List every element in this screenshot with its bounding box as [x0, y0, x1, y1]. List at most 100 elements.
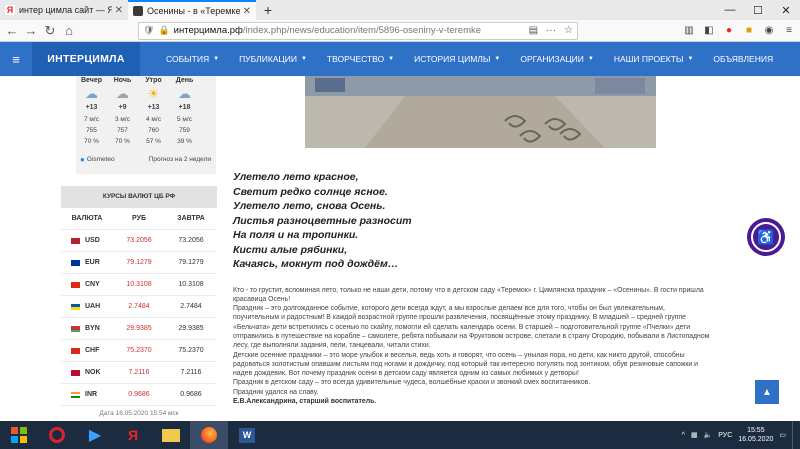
caret-down-icon: ▼: [300, 56, 307, 62]
library-icon[interactable]: ▥: [682, 24, 696, 38]
notifications-icon[interactable]: ▭: [779, 431, 786, 439]
address-bar[interactable]: 🛡 🔒 интерцимла.рф /index.php/news/educat…: [138, 21, 578, 40]
reader-view-icon[interactable]: ▤: [529, 25, 538, 36]
accessibility-button[interactable]: ♿: [747, 218, 785, 256]
yandex-icon: Я: [5, 5, 15, 15]
menu-item-projects[interactable]: НАШИ ПРОЕКТЫ ▼: [614, 54, 694, 64]
start-button[interactable]: [0, 421, 38, 449]
currency-table: ВАЛЮТА РУБ ЗАВТРА USD 73.2056 73.2056 EUR 7…: [61, 208, 217, 422]
shield-icon[interactable]: 🛡: [143, 25, 154, 36]
table-header: ВАЛЮТА РУБ ЗАВТРА: [61, 208, 217, 230]
site-brand[interactable]: ИНТЕРЦИМЛА: [32, 42, 140, 76]
currency-title: КУРСЫ ВАЛЮТ ЦБ РФ: [61, 186, 217, 208]
paragraph: Кто - то грустит, вспоминая лето, только…: [233, 286, 704, 303]
wheelchair-icon: ♿: [751, 222, 781, 252]
addon-icon[interactable]: ■: [742, 24, 756, 38]
poem-line: Качаясь, мокнут под дождём…: [233, 258, 399, 270]
sidebar-icon[interactable]: ◧: [702, 24, 716, 38]
weather-widget: Вечер ☁ +13 7 м/с 755 70 % Ночь ☁ +9 3 м…: [76, 76, 216, 174]
poem-line: Кисти алые рябинки,: [233, 243, 348, 256]
menu-item-events[interactable]: СОБЫТИЯ ▼: [166, 54, 219, 64]
forward-icon[interactable]: →: [23, 23, 39, 39]
left-sidebar: Вечер ☁ +13 7 м/с 755 70 % Ночь ☁ +9 3 м…: [61, 76, 217, 422]
caret-down-icon: ▼: [388, 56, 395, 62]
article-signature: Е.В.Александрина, старший воспитатель.: [233, 398, 377, 406]
article-body: Кто - то грустит, вспоминая лето, только…: [233, 286, 713, 407]
minimize-icon[interactable]: —: [716, 0, 744, 20]
menu-icon[interactable]: ≡: [782, 24, 796, 38]
windows-taskbar: ▶ Я W ^ ▦ 🔈 РУС 15:55 16.05.2020 ▭: [0, 421, 800, 449]
menu-item-organizations[interactable]: ОРГАНИЗАЦИИ ▼: [520, 54, 594, 64]
arrow-up-icon: ▲: [762, 386, 772, 398]
caret-down-icon: ▼: [213, 56, 220, 62]
tab-oseniny[interactable]: Осенины - в «Теремке»! ✕: [128, 0, 256, 20]
chevron-up-icon[interactable]: ^: [682, 432, 685, 439]
volume-icon[interactable]: 🔈: [704, 431, 713, 439]
water-drop-icon: ●: [80, 155, 85, 164]
back-icon[interactable]: ←: [4, 23, 20, 39]
main-menu: СОБЫТИЯ ▼ ПУБЛИКАЦИИ ▼ ТВОРЧЕСТВО ▼ ИСТОРИЯ…: [166, 54, 793, 64]
poem-line: Улетело лето, снова Осень.: [233, 200, 386, 212]
flag-usd-icon: [71, 237, 80, 244]
article-content: Улетело лето красное, Светит редко солнц…: [233, 170, 713, 406]
flag-nok-icon: [71, 369, 80, 376]
menu-item-announcements[interactable]: ОБЪЯВЛЕНИЯ: [713, 54, 773, 64]
network-icon[interactable]: ▦: [691, 431, 698, 439]
menu-item-creativity[interactable]: ТВОРЧЕСТВО ▼: [327, 54, 394, 64]
article-photo: [305, 76, 656, 148]
table-row: USD 73.2056 73.2056: [61, 230, 217, 252]
clock[interactable]: 15:55 16.05.2020: [738, 426, 773, 444]
paragraph: Праздник в детском саду – это всегда уди…: [233, 379, 591, 387]
hamburger-icon[interactable]: ≡: [0, 52, 32, 67]
close-window-icon[interactable]: ✕: [772, 0, 800, 20]
site-navigation: ≡ ИНТЕРЦИМЛА СОБЫТИЯ ▼ ПУБЛИКАЦИИ ▼ ТВОРЧЕ…: [0, 42, 800, 76]
close-tab-icon[interactable]: ✕: [243, 6, 251, 17]
site-favicon: [133, 6, 143, 16]
reload-icon[interactable]: ↻: [42, 23, 58, 39]
currency-widget: КУРСЫ ВАЛЮТ ЦБ РФ ВАЛЮТА РУБ ЗАВТРА USD 7…: [61, 186, 217, 422]
url-host: интерцимла.рф: [173, 25, 243, 36]
home-icon[interactable]: ⌂: [61, 23, 77, 39]
tab-title: Осенины - в «Теремке»!: [147, 6, 240, 16]
windows-logo-icon: [11, 427, 27, 443]
paragraph: Праздник удался на славу.: [233, 388, 319, 396]
weather-column: Ночь ☁ +9 3 м/с 757 70 %: [107, 76, 138, 147]
table-row: BYN 29.9385 29.9385: [61, 318, 217, 340]
menu-item-history[interactable]: ИСТОРИЯ ЦИМЛЫ ▼: [414, 54, 500, 64]
poem-line: Улетело лето красное,: [233, 171, 359, 183]
article-poem: Улетело лето красное, Светит редко солнц…: [233, 170, 713, 272]
bookmark-star-icon[interactable]: ☆: [564, 25, 573, 36]
more-icon[interactable]: ···: [546, 25, 556, 36]
paragraph: Праздник – это долгожданное событие, кот…: [233, 305, 710, 350]
flag-uah-icon: [71, 303, 80, 310]
account-icon[interactable]: ◉: [762, 24, 776, 38]
poem-line: Светит редко солнце ясное.: [233, 185, 388, 198]
lock-icon[interactable]: 🔒: [158, 25, 169, 36]
gismeteo-link[interactable]: ● Gismeteo: [80, 155, 115, 164]
media-player-app[interactable]: ▶: [76, 421, 114, 449]
extension-icon[interactable]: ●: [722, 24, 736, 38]
menu-item-publications[interactable]: ПУБЛИКАЦИИ ▼: [239, 54, 307, 64]
tab-yandex[interactable]: Я интер цимла сайт — Яндекс: ✕: [0, 0, 128, 20]
word-app[interactable]: W: [228, 421, 266, 449]
opera-app[interactable]: [38, 421, 76, 449]
language-indicator[interactable]: РУС: [718, 432, 732, 439]
yandex-icon: Я: [127, 427, 139, 443]
firefox-app[interactable]: [190, 421, 228, 449]
flag-byn-icon: [71, 325, 80, 332]
table-row: CNY 10.3108 10.3108: [61, 274, 217, 296]
browser-navbar: ← → ↻ ⌂ 🛡 🔒 интерцимла.рф /index.php/new…: [0, 20, 800, 42]
scroll-to-top-button[interactable]: ▲: [755, 380, 779, 404]
forecast-link[interactable]: Прогноз на 2 недели: [149, 156, 211, 163]
maximize-icon[interactable]: ☐: [744, 0, 772, 20]
new-tab-button[interactable]: +: [256, 0, 280, 20]
yandex-app[interactable]: Я: [114, 421, 152, 449]
sun-icon: ☀: [147, 86, 160, 101]
url-path: /index.php/news/education/item/5896-osen…: [242, 25, 482, 36]
poem-line: На поля и на тропинки.: [233, 229, 359, 241]
show-desktop-button[interactable]: [792, 421, 796, 449]
weather-column: Вечер ☁ +13 7 м/с 755 70 %: [76, 76, 107, 147]
close-tab-icon[interactable]: ✕: [115, 5, 123, 16]
explorer-app[interactable]: [152, 421, 190, 449]
play-icon: ▶: [88, 427, 102, 444]
